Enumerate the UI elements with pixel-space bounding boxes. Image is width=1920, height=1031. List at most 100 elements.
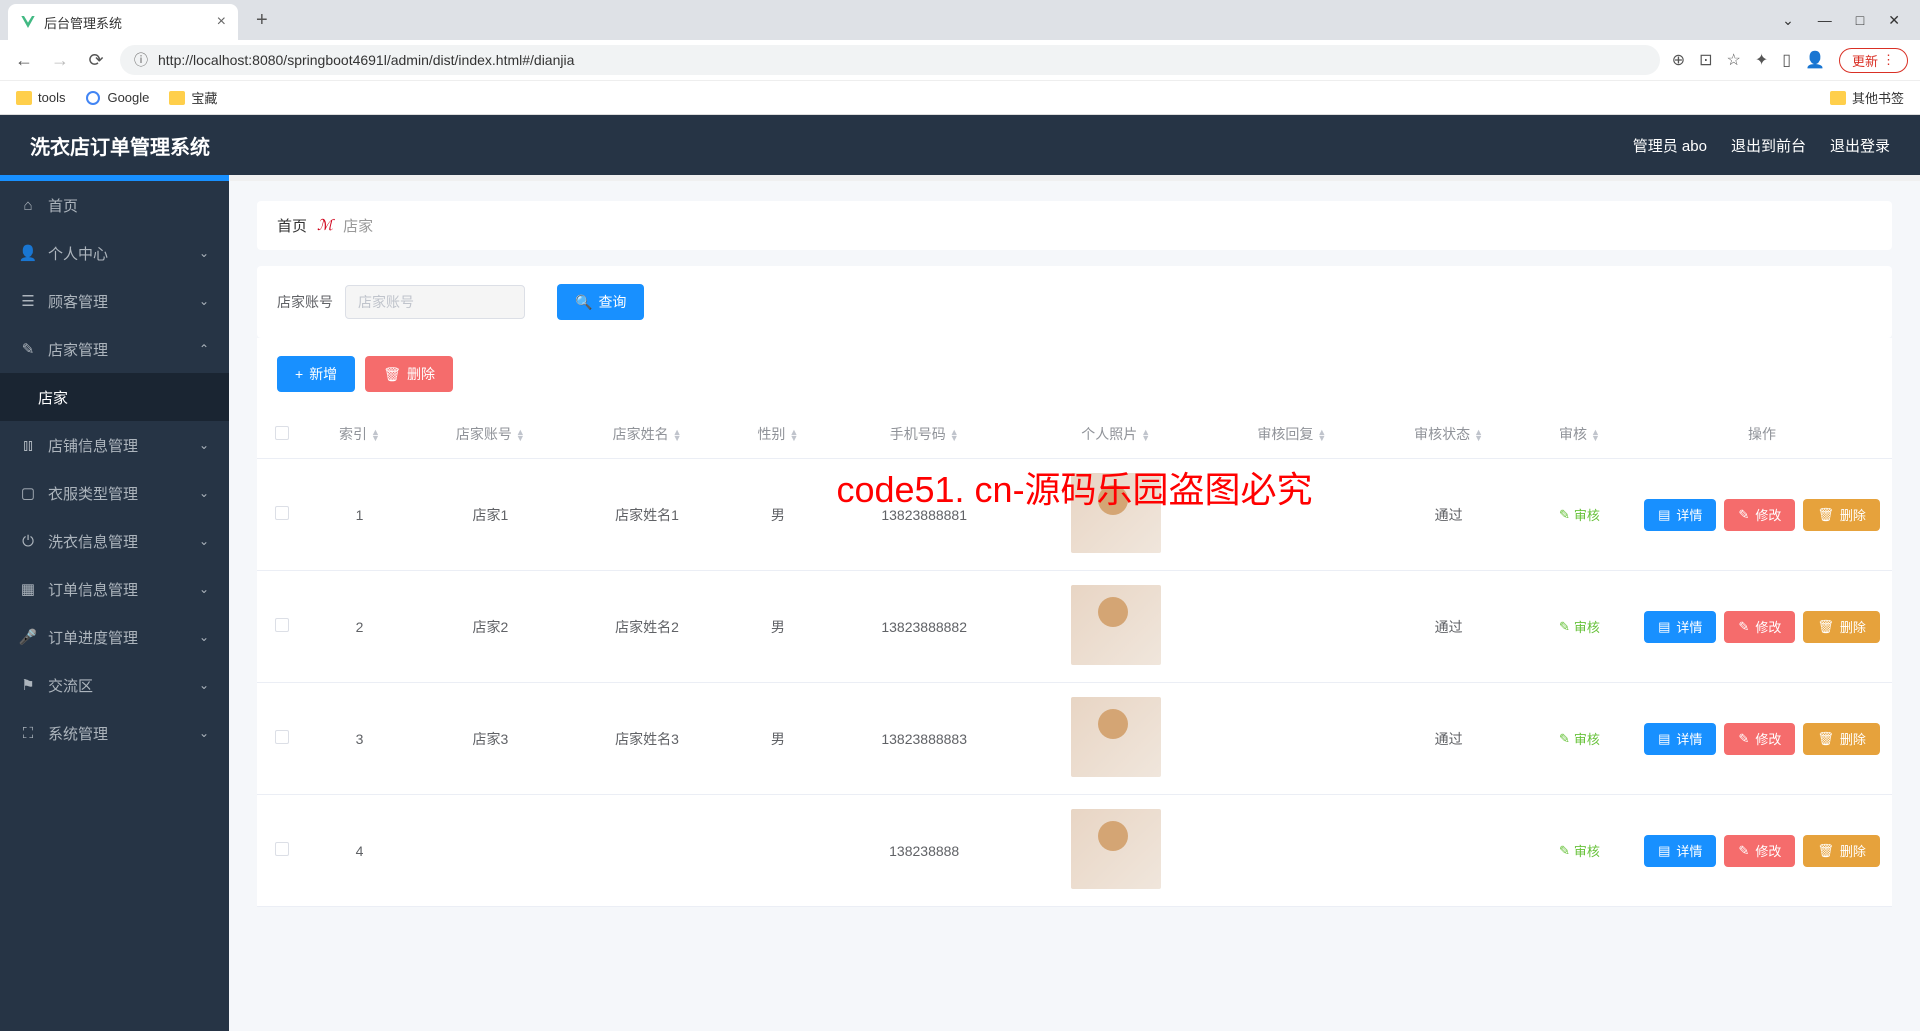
row-delete-button[interactable]: 🗑删除 [1803,723,1880,755]
cell-index: 2 [307,571,412,683]
cell-reply [1214,795,1371,907]
chevron-down-icon: ⌄ [199,486,209,500]
col-account[interactable]: 店家账号▲▼ [412,410,569,459]
sidebar-item-clothes-type[interactable]: ▢衣服类型管理⌄ [0,469,229,517]
breadcrumb-separator-icon: ℳ [317,216,333,235]
cell-status [1370,795,1527,907]
bookmark-treasure[interactable]: 宝藏 [169,88,217,107]
bookmark-tools[interactable]: tools [16,90,65,105]
row-checkbox[interactable] [275,618,289,632]
cell-photo [1018,459,1214,571]
select-all-checkbox[interactable] [275,426,289,440]
col-reply[interactable]: 审核回复▲▼ [1214,410,1371,459]
folder-icon [16,91,32,105]
edit-button[interactable]: ✎修改 [1724,499,1795,531]
sidebar-item-home[interactable]: ⌂首页 [0,181,229,229]
detail-button[interactable]: ▤详情 [1644,723,1716,755]
trash-icon: 🗑 [1817,731,1834,747]
sidebar-item-personal[interactable]: 👤个人中心⌄ [0,229,229,277]
folder-icon [1830,91,1846,105]
sort-icon: ▲▼ [1317,429,1326,441]
audit-link[interactable]: ✎审核 [1559,729,1600,748]
sidebar-item-shop[interactable]: 店家 [0,373,229,421]
delete-button[interactable]: 🗑删除 [365,356,453,392]
pencil-icon: ✎ [1738,619,1749,635]
breadcrumb-home[interactable]: 首页 [277,215,307,236]
photo-thumbnail[interactable] [1071,697,1161,777]
data-table: 索引▲▼ 店家账号▲▼ 店家姓名▲▼ 性别▲▼ 手机号码▲▼ 个人照片▲▼ 审核… [257,410,1892,907]
exit-to-front-button[interactable]: 退出到前台 [1731,135,1806,156]
col-photo[interactable]: 个人照片▲▼ [1018,410,1214,459]
sidebar-item-order-info[interactable]: ▦订单信息管理⌄ [0,565,229,613]
row-delete-button[interactable]: 🗑删除 [1803,499,1880,531]
col-phone[interactable]: 手机号码▲▼ [830,410,1018,459]
url-input[interactable]: ⓘ http://localhost:8080/springboot4691l/… [120,45,1660,75]
chevron-down-icon[interactable]: ⌄ [1782,12,1794,29]
cell-phone: 13823888881 [830,459,1018,571]
audit-link[interactable]: ✎审核 [1559,505,1600,524]
col-audit[interactable]: 审核▲▼ [1527,410,1632,459]
user-label[interactable]: 管理员 abo [1633,135,1707,156]
side-panel-icon[interactable]: ▯ [1782,50,1791,70]
cell-account: 店家2 [412,571,569,683]
google-icon [85,90,101,106]
doc-icon: ▤ [1658,619,1670,635]
detail-button[interactable]: ▤详情 [1644,611,1716,643]
cell-photo [1018,571,1214,683]
translate-icon[interactable]: ⊡ [1699,50,1712,70]
detail-button[interactable]: ▤详情 [1644,835,1716,867]
cell-status: 通过 [1370,459,1527,571]
minimize-icon[interactable]: — [1818,12,1832,29]
sidebar-item-customer[interactable]: ☰顾客管理⌄ [0,277,229,325]
sidebar-item-laundry-info[interactable]: ⏻洗衣信息管理⌄ [0,517,229,565]
sidebar-item-exchange[interactable]: ⚑交流区⌄ [0,661,229,709]
row-delete-button[interactable]: 🗑删除 [1803,611,1880,643]
close-window-icon[interactable]: ✕ [1888,12,1900,29]
star-icon[interactable]: ☆ [1727,50,1741,70]
back-button[interactable]: ← [12,50,36,71]
reload-button[interactable]: ⟳ [84,50,108,71]
edit-button[interactable]: ✎修改 [1724,611,1795,643]
new-tab-button[interactable]: + [248,9,276,32]
col-gender[interactable]: 性别▲▼ [725,410,830,459]
audit-link[interactable]: ✎审核 [1559,617,1600,636]
sidebar-item-order-progress[interactable]: 🎤订单进度管理⌄ [0,613,229,661]
audit-link[interactable]: ✎审核 [1559,841,1600,860]
query-button[interactable]: 🔍 查询 [557,284,644,320]
col-index[interactable]: 索引▲▼ [307,410,412,459]
breadcrumb-current: 店家 [343,215,373,236]
edit-button[interactable]: ✎修改 [1724,723,1795,755]
row-checkbox[interactable] [275,842,289,856]
search-panel: 店家账号 🔍 查询 [257,266,1892,338]
row-checkbox[interactable] [275,506,289,520]
browser-tab[interactable]: 后台管理系统 × [8,4,238,40]
col-status[interactable]: 审核状态▲▼ [1370,410,1527,459]
sidebar-item-store-info[interactable]: ⫾⫾店铺信息管理⌄ [0,421,229,469]
extensions-icon[interactable]: ✦ [1755,50,1768,70]
photo-thumbnail[interactable] [1071,809,1161,889]
bookmark-google[interactable]: Google [85,90,149,106]
sidebar-item-system[interactable]: ⛶系统管理⌄ [0,709,229,757]
row-delete-button[interactable]: 🗑删除 [1803,835,1880,867]
bookmark-other[interactable]: 其他书签 [1830,88,1904,107]
trash-icon: 🗑 [1817,619,1834,635]
logout-button[interactable]: 退出登录 [1830,135,1890,156]
photo-thumbnail[interactable] [1071,585,1161,665]
maximize-icon[interactable]: □ [1856,12,1864,29]
sidebar-item-shop-mgmt[interactable]: ✎店家管理⌃ [0,325,229,373]
trash-icon: 🗑 [383,366,401,383]
zoom-icon[interactable]: ⊕ [1672,50,1685,70]
detail-button[interactable]: ▤详情 [1644,499,1716,531]
update-button[interactable]: 更新⋮ [1839,48,1908,73]
edit-button[interactable]: ✎修改 [1724,835,1795,867]
chevron-down-icon: ⌄ [199,534,209,548]
close-icon[interactable]: × [217,13,226,31]
shop-account-input[interactable] [345,285,525,319]
col-name[interactable]: 店家姓名▲▼ [569,410,726,459]
add-button[interactable]: +新增 [277,356,355,392]
photo-thumbnail[interactable] [1071,473,1161,553]
doc-icon: ▤ [1658,507,1670,523]
profile-icon[interactable]: 👤 [1805,50,1825,70]
cell-name: 店家姓名1 [569,459,726,571]
row-checkbox[interactable] [275,730,289,744]
